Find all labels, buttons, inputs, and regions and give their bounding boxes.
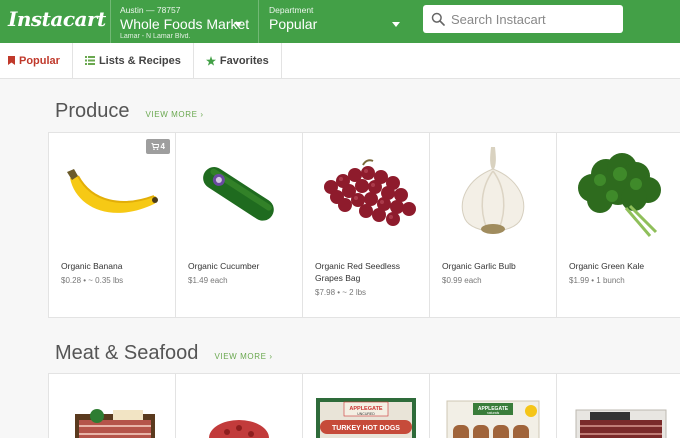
product-price: $0.99 each xyxy=(442,276,482,285)
product-image xyxy=(176,374,302,438)
product-card[interactable] xyxy=(49,374,176,438)
product-row-produce: 4 Organic Banana $0.28 • ~ 0.35 lbs Orga… xyxy=(48,132,680,318)
department-label: Department xyxy=(269,5,314,15)
search-box[interactable] xyxy=(423,5,623,33)
product-name: Organic Green Kale xyxy=(569,261,645,271)
department-selector[interactable]: Department Popular xyxy=(258,0,410,43)
view-more-link[interactable]: VIEW MORE › xyxy=(214,352,272,361)
ground-meat-image xyxy=(209,420,269,438)
sub-label: naturals xyxy=(487,411,500,415)
product-price: $1.49 each xyxy=(188,276,228,285)
cart-quantity: 4 xyxy=(160,142,165,151)
product-image xyxy=(176,133,302,253)
product-card[interactable]: Organic Green Kale $1.99 • 1 bunch xyxy=(557,133,680,317)
product-image xyxy=(557,133,680,253)
view-more-link[interactable]: VIEW MORE › xyxy=(146,110,204,119)
section-header-meat-seafood: Meat & Seafood VIEW MORE › xyxy=(55,342,273,365)
product-label: TURKEY HOT DOGS xyxy=(332,425,400,432)
product-image xyxy=(557,374,680,438)
kale-image xyxy=(578,153,661,237)
product-card[interactable] xyxy=(557,374,680,438)
department-value: Popular xyxy=(269,16,318,32)
tab-popular[interactable]: Popular xyxy=(0,43,73,78)
product-card[interactable] xyxy=(176,374,303,438)
store-selector[interactable]: Austin — 78757 Whole Foods Market Lamar … xyxy=(110,0,258,43)
product-name: Organic Banana xyxy=(61,261,123,271)
chevron-down-icon xyxy=(392,22,400,27)
tab-favorites[interactable]: Favorites xyxy=(194,43,282,78)
tab-lists-recipes-label: Lists & Recipes xyxy=(98,54,181,67)
product-name: Organic Garlic Bulb xyxy=(442,261,516,271)
top-header: Instacart Austin — 78757 Whole Foods Mar… xyxy=(0,0,680,43)
product-card[interactable]: Organic Cucumber $1.49 each xyxy=(176,133,303,317)
tab-popular-label: Popular xyxy=(19,54,60,67)
tab-lists-recipes[interactable]: Lists & Recipes xyxy=(73,43,194,78)
product-image xyxy=(430,133,556,253)
cart-quantity-badge[interactable]: 4 xyxy=(145,139,170,154)
hot-dog-package-image: APPLEGATE UNCURED TURKEY HOT DOGS xyxy=(316,398,416,438)
product-price: $7.98 • ~ 2 lbs xyxy=(315,288,367,297)
tab-favorites-label: Favorites xyxy=(219,54,269,67)
sausage-package-image: APPLEGATE naturals xyxy=(446,400,540,438)
product-name: Organic Cucumber xyxy=(188,261,260,271)
section-title: Produce xyxy=(55,100,130,122)
sub-navigation: Popular Lists & Recipes Favorites xyxy=(0,43,680,79)
search-icon xyxy=(431,12,445,26)
product-name: Organic Red Seedless Grapes Bag xyxy=(315,261,401,283)
product-card[interactable]: Organic Red Seedless Grapes Bag $7.98 • … xyxy=(303,133,430,317)
store-zip: Austin — 78757 xyxy=(120,5,181,15)
bookmark-icon xyxy=(8,56,15,65)
product-price: $0.28 • ~ 0.35 lbs xyxy=(61,276,124,285)
chevron-down-icon xyxy=(234,22,242,27)
product-price: $1.99 • 1 bunch xyxy=(569,276,625,285)
store-location: Lamar - N Lamar Blvd. xyxy=(120,33,191,40)
meat-package-image xyxy=(575,409,667,438)
grapes-image xyxy=(324,159,416,226)
product-image xyxy=(303,133,429,253)
banana-image xyxy=(67,169,158,213)
product-card[interactable]: APPLEGATE UNCURED TURKEY HOT DOGS xyxy=(303,374,430,438)
garlic-image xyxy=(461,147,525,234)
sub-label: UNCURED xyxy=(357,412,375,416)
product-card[interactable]: 4 Organic Banana $0.28 • ~ 0.35 lbs xyxy=(49,133,176,317)
star-icon xyxy=(205,55,216,66)
list-icon xyxy=(84,56,95,65)
section-title: Meat & Seafood xyxy=(55,342,199,364)
search-input[interactable] xyxy=(451,11,611,27)
product-card[interactable]: Organic Garlic Bulb $0.99 each xyxy=(430,133,557,317)
cart-icon xyxy=(150,143,159,150)
cucumber-image xyxy=(203,167,274,221)
product-image: APPLEGATE naturals xyxy=(430,374,556,438)
product-image: APPLEGATE UNCURED TURKEY HOT DOGS xyxy=(303,374,429,438)
section-header-produce: Produce VIEW MORE › xyxy=(55,100,204,123)
product-row-meat-seafood: APPLEGATE UNCURED TURKEY HOT DOGS APPLEG… xyxy=(48,373,680,438)
bacon-package-image xyxy=(75,409,155,438)
instacart-logo[interactable]: Instacart xyxy=(0,0,110,43)
product-card[interactable]: APPLEGATE naturals xyxy=(430,374,557,438)
product-image xyxy=(49,374,175,438)
